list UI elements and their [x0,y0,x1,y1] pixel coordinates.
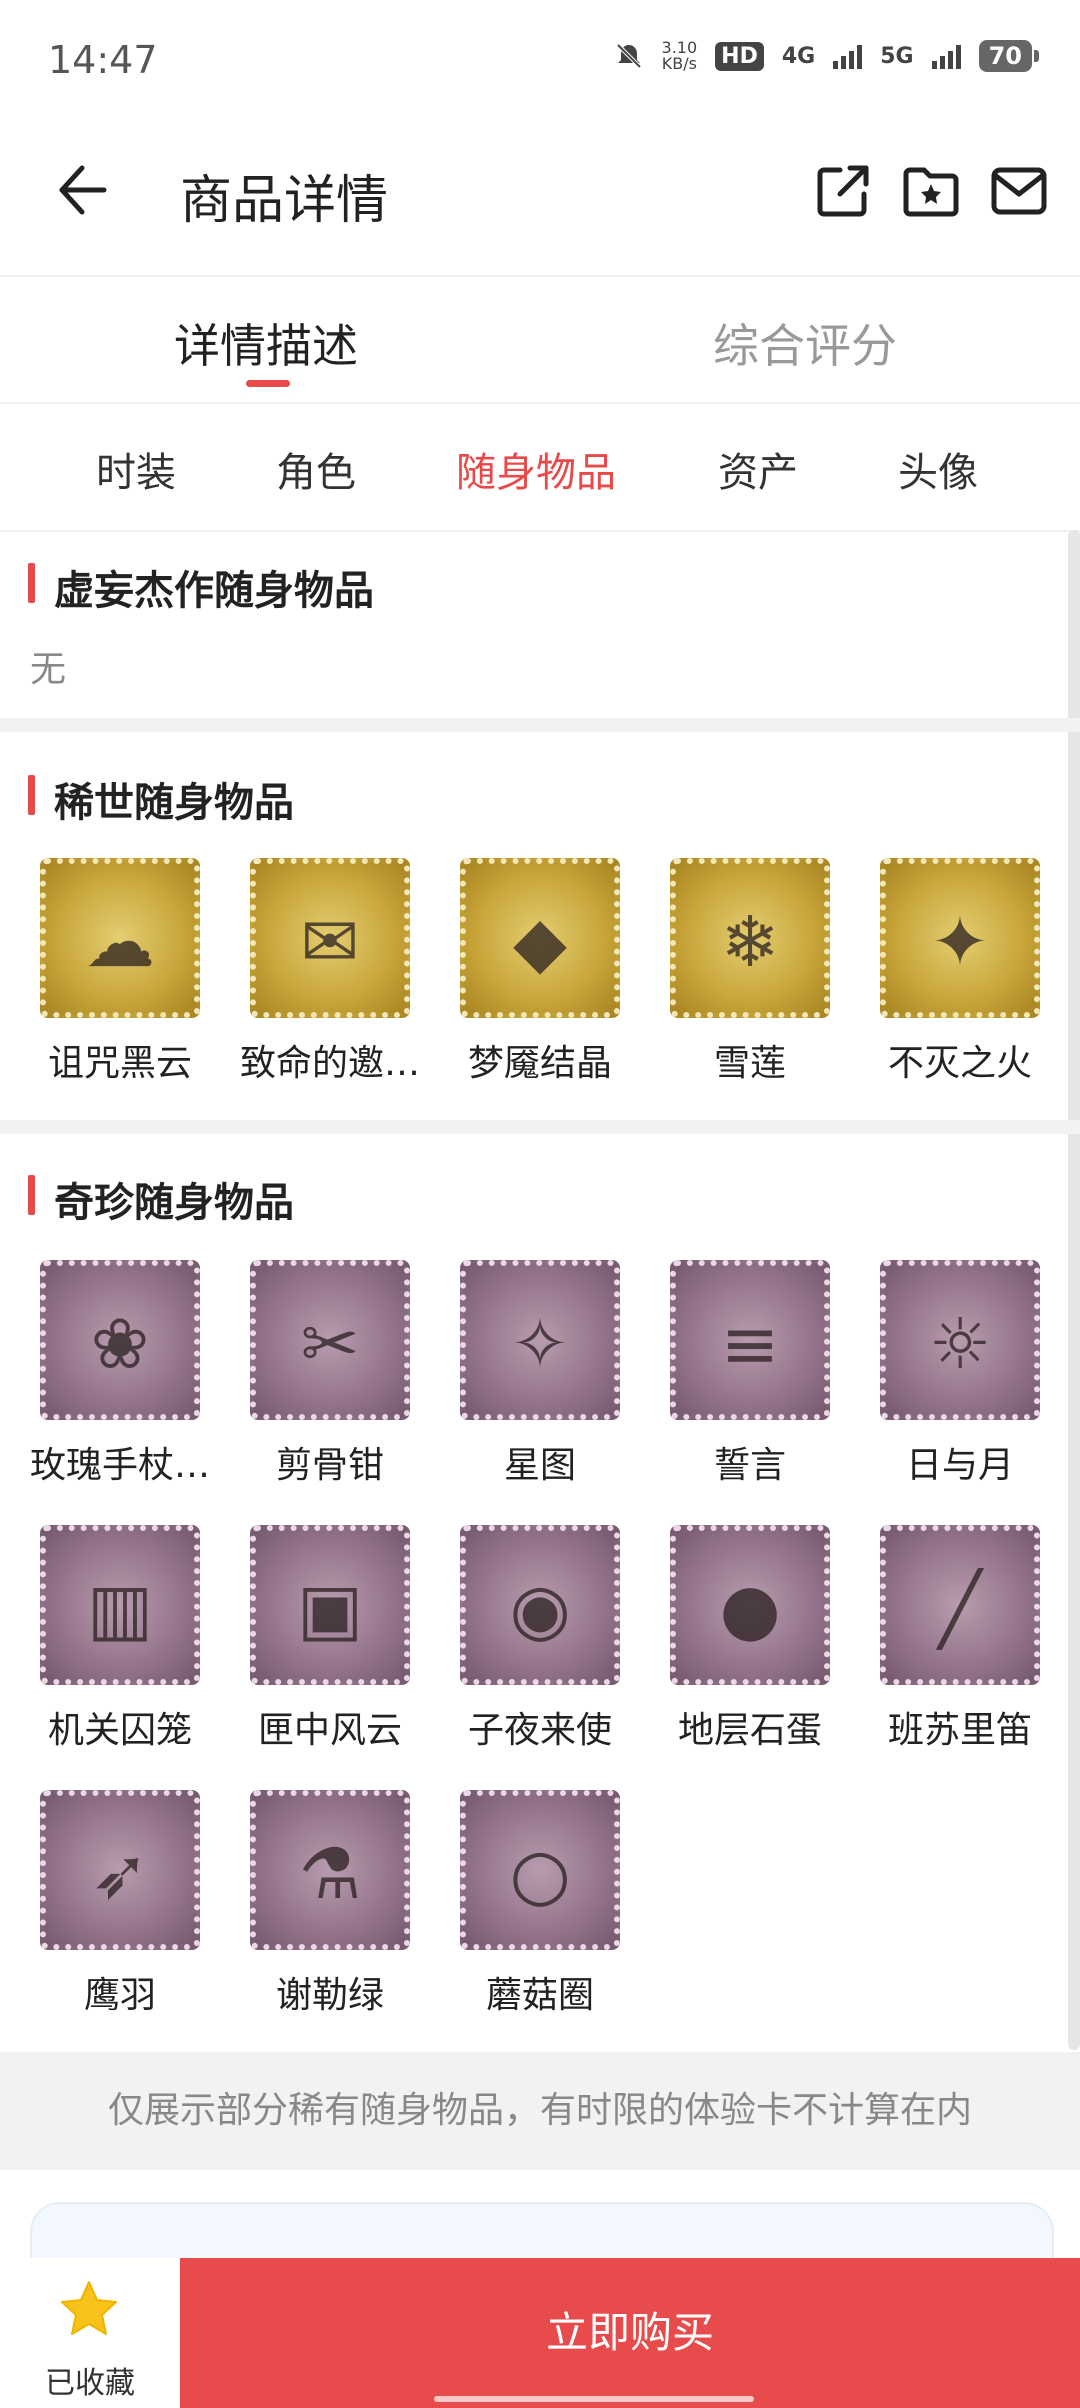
precious-item[interactable]: ⚗ 谢勒绿 [225,1790,435,2018]
oath-scroll-icon: ≡ [670,1260,830,1420]
eagle-feather-icon: ➶ [40,1790,200,1950]
mail-icon[interactable] [988,160,1050,222]
favorite-button[interactable]: 已收藏 [0,2258,180,2408]
item-label: 星图 [503,1445,576,1486]
status-icons: 3.10 KB/s HD 4G 5G 70 [614,38,1040,73]
precious-item[interactable]: ▥ 机关囚笼 [15,1525,225,1753]
precious-item[interactable]: ✂ 剪骨钳 [225,1260,435,1488]
subtab-assets[interactable]: 资产 [718,440,798,498]
precious-item[interactable]: ● 地层石蛋 [645,1525,855,1753]
bone-pliers-icon: ✂ [250,1260,410,1420]
item-label: 鹰羽 [83,1975,156,2016]
section-title-rare: 稀世随身物品 [54,780,294,826]
item-label: 谢勒绿 [275,1975,384,2016]
status-time: 14:47 [48,38,158,82]
precious-item[interactable]: ◉ 子夜来使 [435,1525,645,1753]
scheele-green-icon: ⚗ [250,1790,410,1950]
snow-lotus-icon: ❄ [670,858,830,1018]
favorite-folder-icon[interactable] [900,160,962,222]
share-icon[interactable] [812,160,874,222]
item-label: 致命的邀… [239,1043,420,1084]
precious-item[interactable]: ▣ 匣中风云 [225,1525,435,1753]
item-label: 誓言 [713,1445,786,1486]
nightmare-crystal-icon: ◆ [460,858,620,1018]
section-separator [0,1120,1080,1134]
eternal-flame-staff-icon: ✦ [880,858,1040,1018]
buy-now-button[interactable]: 立即购买 [180,2258,1080,2408]
precious-item[interactable]: ➶ 鹰羽 [15,1790,225,2018]
precious-item[interactable]: ❀ 玫瑰手杖… [15,1260,225,1488]
item-label: 日与月 [905,1445,1014,1486]
item-label: 匣中风云 [257,1710,402,1751]
signal-bars-icon [833,43,863,69]
precious-item[interactable]: ✧ 星图 [435,1260,645,1488]
mute-icon [616,43,641,69]
disclaimer-notice: 仅展示部分稀有随身物品，有时限的体验卡不计算在内 [0,2052,1080,2170]
storm-box-icon: ▣ [250,1525,410,1685]
precious-item[interactable]: ╱ 班苏里笛 [855,1525,1065,1753]
page-title: 商品详情 [180,171,389,231]
favorite-label: 已收藏 [45,2366,135,2401]
empty-placeholder: 无 [30,649,67,690]
section-marker [28,775,35,815]
subtabs-divider [0,530,1080,532]
rare-item[interactable]: ✉ 致命的邀… [225,858,435,1086]
back-arrow-icon[interactable] [52,160,112,220]
item-label: 梦魇结晶 [467,1043,612,1084]
signal-bars-5g-icon [931,43,961,69]
rare-item[interactable]: ☁ 诅咒黑云 [15,858,225,1086]
rare-item[interactable]: ❄ 雪莲 [645,858,855,1086]
section-title-illusory: 虚妄杰作随身物品 [54,568,374,614]
item-label: 雪莲 [713,1043,786,1084]
tab-active-indicator [246,380,290,387]
item-label: 地层石蛋 [677,1710,822,1751]
network-4g-label: 4G [781,43,816,69]
star-map-scroll-icon: ✧ [460,1260,620,1420]
black-cloud-orb-icon: ☁ [40,858,200,1018]
tabs-divider [0,402,1080,404]
subtab-character[interactable]: 角色 [276,440,356,498]
scrollbar[interactable] [1068,530,1080,2050]
sun-moon-key-icon: ☼ [880,1260,1040,1420]
section-marker [28,1175,35,1215]
star-icon [61,2281,117,2335]
item-label: 机关囚笼 [47,1710,192,1751]
subtab-avatar[interactable]: 头像 [898,440,978,498]
midnight-messenger-icon: ◉ [460,1525,620,1685]
item-label: 诅咒黑云 [47,1043,192,1084]
hd-badge: HD [715,41,764,71]
section-separator [0,718,1080,732]
rare-item[interactable]: ✦ 不灭之火 [855,858,1065,1086]
item-label: 不灭之火 [887,1043,1032,1084]
item-label: 剪骨钳 [275,1445,384,1486]
winged-letter-icon: ✉ [250,858,410,1018]
section-title-precious: 奇珍随身物品 [54,1180,294,1226]
item-label: 蘑菇圈 [485,1975,594,2016]
home-indicator [434,2396,754,2402]
item-label: 班苏里笛 [887,1710,1032,1751]
battery-icon: 70 [978,40,1040,72]
rose-cane-icon: ❀ [40,1260,200,1420]
item-label: 子夜来使 [467,1710,612,1751]
subtab-costume[interactable]: 时装 [96,440,176,498]
precious-item[interactable]: ○ 蘑菇圈 [435,1790,645,2018]
tab-details[interactable]: 详情描述 [174,310,358,376]
section-marker [28,563,35,603]
rare-item[interactable]: ◆ 梦魇结晶 [435,858,645,1086]
subtab-accessories[interactable]: 随身物品 [456,440,616,498]
mechanism-cage-icon: ▥ [40,1525,200,1685]
header-divider [0,275,1080,277]
precious-item[interactable]: ≡ 誓言 [645,1260,855,1488]
stone-egg-icon: ● [670,1525,830,1685]
mushroom-ring-icon: ○ [460,1790,620,1950]
bansuri-flute-icon: ╱ [880,1525,1040,1685]
tab-rating[interactable]: 综合评分 [713,310,897,376]
network-speed: 3.10 KB/s [661,38,698,73]
item-label: 玫瑰手杖… [29,1445,210,1486]
network-5g-label: 5G [880,43,914,69]
precious-item[interactable]: ☼ 日与月 [855,1260,1065,1488]
